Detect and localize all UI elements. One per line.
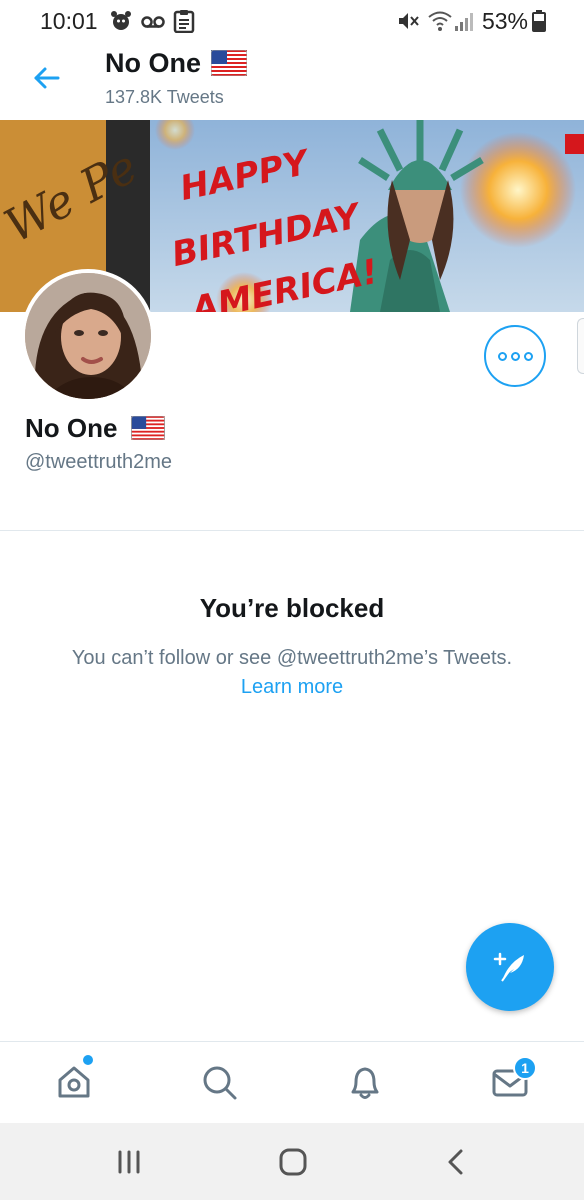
home-button-icon[interactable] [276,1147,310,1177]
divider [0,530,584,531]
avatar-photo [25,273,151,399]
mute-icon [399,13,419,29]
battery-icon [532,10,546,32]
wifi-icon [428,11,452,31]
clipboard-icon [173,10,195,33]
alarm-icon [111,11,131,30]
status-time: 10:01 [40,8,98,34]
dot-icon [523,351,533,361]
compose-tweet-button[interactable] [466,923,554,1011]
back-arrow-icon[interactable] [28,60,64,96]
blocked-title: You’re blocked [199,593,385,623]
profile-name: No One [25,413,118,443]
voicemail-icon [141,16,165,28]
signal-icon [455,13,473,31]
battery-percent: 53% [481,8,528,34]
messages-badge: 1 [513,1056,537,1080]
compose-feather-icon [493,952,524,982]
tweet-count: 137.8K Tweets [105,87,224,107]
scroll-handle[interactable] [577,318,584,374]
profile-header: No One 137.8K Tweets [0,42,584,118]
dot-icon [510,351,520,361]
android-navigation-bar [0,1123,584,1200]
blocked-message: You can’t follow or see @tweettruth2me’s… [71,647,513,669]
profile-handle: @tweettruth2me [25,451,173,473]
learn-more-link[interactable]: Learn more [0,676,584,699]
header-title: No One [105,48,202,78]
notifications-icon[interactable] [343,1060,387,1104]
us-flag-icon [211,50,247,76]
status-bar: 10:01 53% [0,0,584,42]
back-button-icon[interactable] [440,1147,474,1177]
dot-icon [497,351,507,361]
home-unread-dot [83,1055,93,1065]
search-icon[interactable] [197,1060,241,1104]
recent-apps-icon[interactable] [112,1147,146,1177]
more-options-button[interactable] [484,325,546,387]
profile-avatar[interactable] [21,269,155,403]
us-flag-icon [131,416,165,440]
home-icon[interactable] [52,1060,96,1104]
bottom-navigation [0,1041,584,1123]
